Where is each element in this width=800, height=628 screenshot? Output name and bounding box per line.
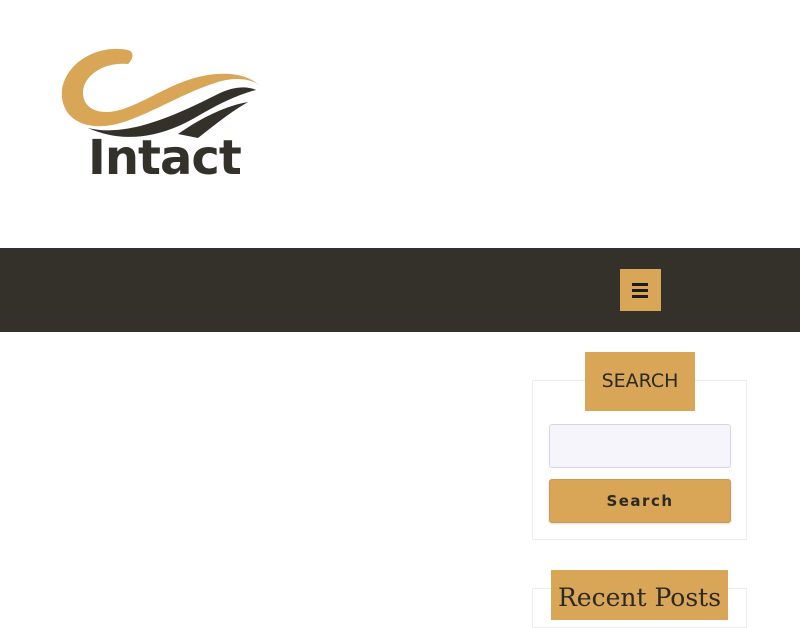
search-button[interactable]: Search [549, 479, 731, 523]
recent-posts-title: Recent Posts [551, 570, 728, 620]
hamburger-bar [632, 289, 648, 292]
search-input[interactable] [549, 424, 731, 468]
site-header: Intact [0, 0, 800, 248]
main-navigation-bar [0, 248, 800, 332]
site-logo[interactable]: Intact [58, 42, 264, 192]
hamburger-menu-icon [632, 283, 648, 286]
search-widget-title: SEARCH [585, 352, 695, 411]
menu-toggle-button[interactable] [620, 269, 661, 311]
logo-wordmark: Intact [88, 130, 242, 186]
hamburger-bar [632, 295, 648, 298]
